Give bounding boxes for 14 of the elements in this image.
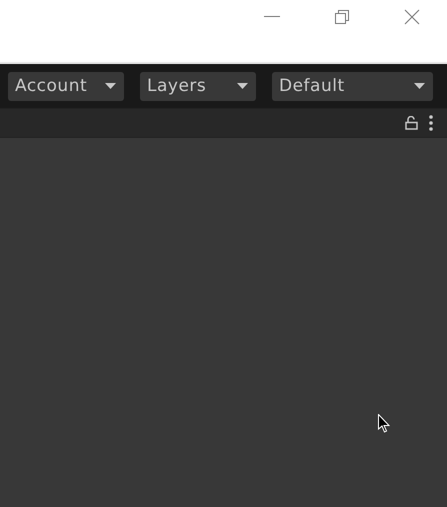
caret-icon xyxy=(237,83,248,89)
caret-icon xyxy=(414,83,425,89)
lock-icon xyxy=(405,116,419,130)
more-button[interactable] xyxy=(429,115,433,131)
caret-icon xyxy=(105,83,116,89)
lock-button[interactable] xyxy=(405,116,419,130)
restore-icon xyxy=(334,9,350,25)
close-icon xyxy=(404,9,420,25)
dropdown[interactable]: Account xyxy=(8,72,124,100)
minimize-icon xyxy=(264,16,280,18)
more-icon xyxy=(429,115,433,131)
cursor-icon xyxy=(378,414,390,434)
dropdown[interactable]: Layers xyxy=(140,72,256,100)
dropdown[interactable]: Default xyxy=(272,72,433,100)
